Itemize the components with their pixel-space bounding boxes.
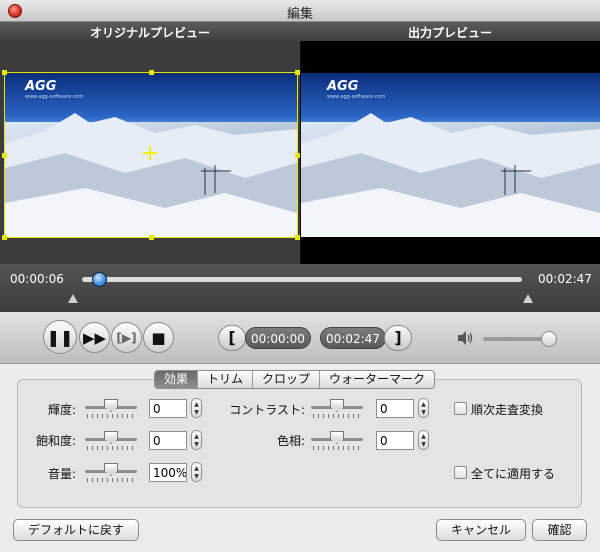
volume-slider-knob[interactable]: [541, 331, 557, 347]
total-time: 00:02:47: [538, 272, 592, 286]
next-frame-icon: [▶]: [116, 331, 137, 345]
playback-controls: ❚❚ ▶▶ [▶] ■ [ 00:00:00 00:02:47 ]: [0, 312, 600, 364]
saturation-input[interactable]: [149, 431, 187, 450]
preview-header-bar: オリジナルプレビュー 出力プレビュー: [0, 22, 600, 41]
output-video-frame: AGG www.agg-software.com: [301, 73, 600, 237]
timeline-bar: 00:00:06 00:02:47: [0, 264, 600, 312]
fast-forward-button[interactable]: ▶▶: [79, 322, 110, 353]
stop-button[interactable]: ■: [143, 322, 174, 353]
window-title: 編集: [286, 7, 313, 22]
seek-playhead[interactable]: [92, 272, 107, 287]
volume-effect-slider[interactable]: [85, 462, 137, 482]
contrast-stepper[interactable]: ▲ ▼: [418, 398, 429, 418]
stop-icon: ■: [151, 329, 166, 347]
volume-stepper[interactable]: ▲ ▼: [191, 462, 202, 482]
crop-handle-bottom-left[interactable]: [2, 235, 7, 240]
ok-button[interactable]: 確認: [532, 519, 587, 541]
brightness-stepper[interactable]: ▲ ▼: [191, 398, 202, 418]
deinterlace-checkbox[interactable]: [454, 402, 467, 415]
crop-handle-top[interactable]: [149, 70, 154, 75]
saturation-stepper[interactable]: ▲ ▼: [191, 430, 202, 450]
pause-button[interactable]: ❚❚: [43, 320, 77, 354]
end-time-display: 00:02:47: [320, 327, 386, 349]
pause-icon: ❚❚: [46, 328, 74, 347]
brightness-input[interactable]: [149, 399, 187, 418]
volume-label: 音量:: [47, 467, 76, 481]
contrast-slider[interactable]: [311, 398, 363, 418]
output-preview-label: 出力プレビュー: [407, 26, 492, 40]
crop-handle-bottom-right[interactable]: [295, 235, 300, 240]
set-end-button[interactable]: ]: [384, 325, 412, 351]
fast-forward-icon: ▶▶: [82, 329, 107, 347]
set-start-button[interactable]: [: [218, 325, 246, 351]
crop-handle-bottom[interactable]: [149, 235, 154, 240]
contrast-input[interactable]: [376, 399, 414, 418]
seek-track[interactable]: [82, 277, 522, 282]
volume-input[interactable]: [149, 463, 187, 482]
saturation-slider[interactable]: [85, 430, 137, 450]
tab-trim[interactable]: トリム: [198, 371, 254, 388]
hue-stepper[interactable]: ▲ ▼: [418, 430, 429, 450]
speaker-icon: [458, 331, 473, 345]
current-time: 00:00:06: [10, 272, 64, 286]
contrast-label: コントラスト:: [229, 403, 305, 417]
tab-watermark[interactable]: ウォーターマーク: [320, 371, 434, 388]
original-preview-label: オリジナルプレビュー: [89, 26, 210, 40]
edit-tabs: 効果 トリム クロップ ウォーターマーク: [154, 370, 436, 389]
crop-handle-top-right[interactable]: [295, 70, 300, 75]
crop-handle-right[interactable]: [295, 153, 300, 158]
tab-effect[interactable]: 効果: [155, 371, 199, 388]
trim-start-marker[interactable]: [68, 294, 78, 303]
saturation-label: 飽和度:: [35, 434, 76, 448]
apply-all-checkbox[interactable]: [454, 466, 467, 479]
crop-center-crosshair-icon[interactable]: [143, 146, 157, 160]
brightness-label: 輝度:: [47, 403, 76, 417]
cancel-button[interactable]: キャンセル: [436, 519, 526, 541]
hue-input[interactable]: [376, 431, 414, 450]
start-time-display: 00:00:00: [245, 327, 311, 349]
deinterlace-label: 順次走査変換: [471, 403, 544, 417]
title-bar: 編集: [0, 0, 600, 22]
hue-label: 色相:: [276, 434, 305, 448]
crop-handle-top-left[interactable]: [2, 70, 7, 75]
crop-handle-left[interactable]: [2, 153, 7, 158]
brightness-slider[interactable]: [85, 398, 137, 418]
next-frame-button[interactable]: [▶]: [111, 322, 142, 353]
tab-crop[interactable]: クロップ: [253, 371, 321, 388]
trim-end-marker[interactable]: [523, 294, 533, 303]
apply-all-label: 全てに適用する: [471, 467, 556, 481]
hue-slider[interactable]: [311, 430, 363, 450]
reset-defaults-button[interactable]: デフォルトに戻す: [13, 519, 139, 541]
output-logo-watermark: AGG www.agg-software.com: [327, 79, 386, 100]
